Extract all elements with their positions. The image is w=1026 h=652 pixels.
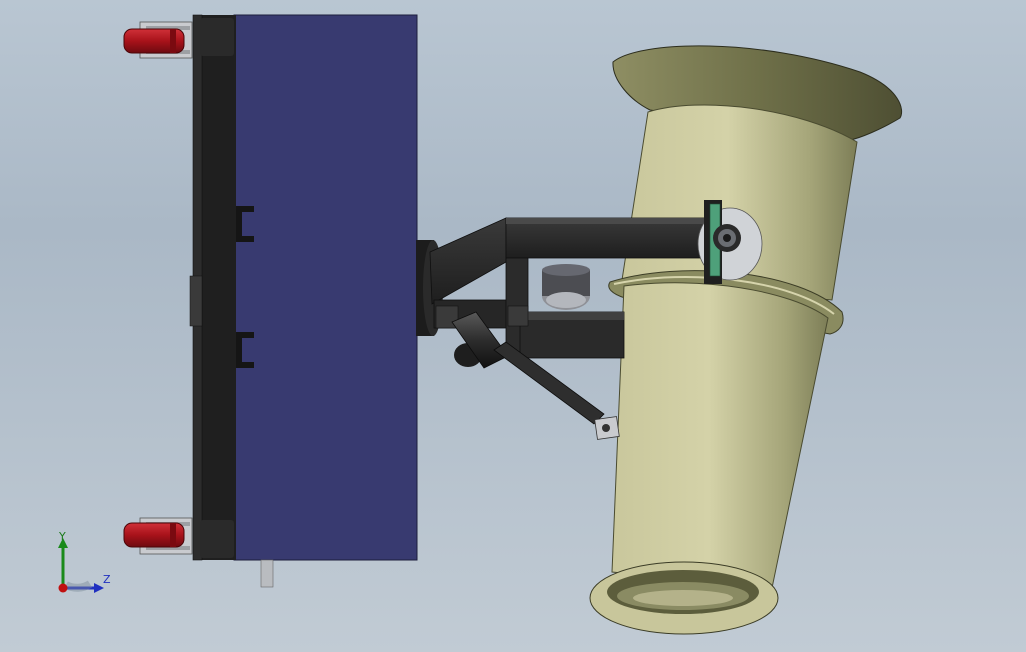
assembly-model[interactable] <box>0 0 1026 652</box>
blue-panel <box>233 14 418 561</box>
bottom-caster <box>123 517 193 555</box>
top-caster <box>123 21 193 59</box>
reference-triad-icon: Y Z <box>52 530 122 600</box>
z-axis-label: Z <box>103 573 111 586</box>
y-axis-label: Y <box>59 530 66 543</box>
lower-cone <box>611 282 829 589</box>
bottom-flange <box>589 561 779 635</box>
cad-viewport[interactable]: Y Z <box>0 0 1026 652</box>
